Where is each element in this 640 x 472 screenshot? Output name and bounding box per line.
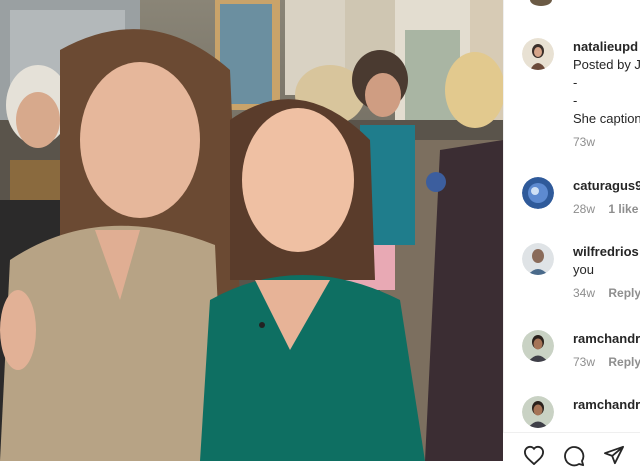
comment-username[interactable]: ramchandr: [573, 396, 640, 414]
post-photo[interactable]: [0, 0, 503, 461]
comment-username[interactable]: ramchandr: [573, 330, 640, 348]
comment-icon[interactable]: [563, 445, 585, 472]
comment-body: ramchandr: [573, 396, 640, 414]
comment-text-line: She caption: [573, 111, 640, 126]
avatar-image: [522, 330, 554, 362]
comment-body: natalieupd Posted by J - - She caption 7…: [573, 38, 640, 150]
comment-meta: 73w Reply: [573, 354, 640, 370]
comment-text-line: Posted by J: [573, 57, 640, 72]
comment-time: 34w: [573, 286, 596, 300]
comment-body: wilfredrios you 34w Reply: [573, 243, 640, 301]
comment-body: caturagus9 28w 1 like: [573, 177, 640, 217]
top-avatar: [530, 0, 552, 6]
comment-time: 28w: [573, 202, 596, 216]
post-actions: [503, 432, 640, 467]
reply-button[interactable]: Reply: [608, 355, 640, 369]
avatar[interactable]: [522, 38, 554, 70]
comment-time: 73w: [573, 135, 596, 149]
avatar-image: [522, 177, 554, 209]
reply-button[interactable]: Reply: [608, 286, 640, 300]
comment-likes[interactable]: 1 like: [608, 202, 638, 216]
heart-icon[interactable]: [523, 445, 545, 470]
comment-username[interactable]: caturagus9: [573, 177, 640, 195]
comment-meta: 34w Reply: [573, 285, 640, 301]
avatar[interactable]: [522, 177, 554, 209]
comment-meta: 28w 1 like: [573, 201, 640, 217]
comment-time: 73w: [573, 355, 596, 369]
comment-username[interactable]: natalieupd: [573, 38, 640, 56]
avatar-image: [522, 396, 554, 428]
comment-text-line: -: [573, 75, 578, 90]
avatar-image: [522, 38, 554, 70]
comment-body: ramchandr 73w Reply: [573, 330, 640, 370]
avatar[interactable]: [522, 330, 554, 362]
avatar-image: [522, 243, 554, 275]
comment-username[interactable]: wilfredrios: [573, 243, 640, 261]
avatar[interactable]: [522, 396, 554, 428]
comment-meta: 73w: [573, 134, 640, 150]
comments-panel: natalieupd Posted by J - - She caption 7…: [503, 0, 640, 461]
comment-text-line: you: [573, 262, 594, 277]
comment-text-line: -: [573, 93, 578, 108]
share-icon[interactable]: [603, 445, 625, 470]
photo-scene: [0, 0, 503, 461]
avatar[interactable]: [522, 243, 554, 275]
